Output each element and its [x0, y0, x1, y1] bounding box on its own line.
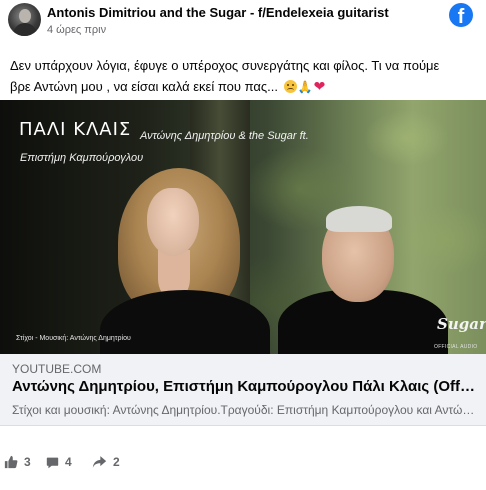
sad-face-emoji-icon	[283, 80, 297, 93]
thumbnail-credit: Στίχοι - Μουσική: Αντώνης Δημητρίου	[16, 335, 131, 342]
avatar-face	[19, 9, 31, 23]
man-hair	[326, 206, 392, 232]
praying-hands-emoji-icon: 🙏	[297, 80, 313, 94]
avatar-body	[13, 23, 37, 36]
message-line-1: Δεν υπάρχουν λόγια, έφυγε ο υπέροχος συν…	[10, 58, 440, 73]
author-name[interactable]: Antonis Dimitriou and the Sugar - f/Ende…	[47, 5, 389, 20]
facebook-post: Antonis Dimitriou and the Sugar - f/Ende…	[0, 0, 486, 490]
post-timestamp[interactable]: 4 ώρες πριν	[47, 24, 106, 36]
message-line-2: βρε Αντώνη μου , να είσαι καλά εκεί που …	[10, 79, 278, 94]
comment-count: 4	[65, 455, 72, 469]
share-icon	[92, 456, 107, 468]
sugar-logo: Sugar	[437, 315, 486, 333]
author-avatar[interactable]	[8, 3, 41, 36]
thumbnail-featuring: Επιστήμη Καμπούρογλου	[20, 152, 144, 164]
link-description: Στίχοι και μουσική: Αντώνης Δημητρίου.Τρ…	[12, 403, 478, 417]
thumbnail-song-title: ΠΑΛΙ ΚΛΑΙΣ	[19, 119, 132, 140]
post-stats: 3 4 2	[0, 452, 486, 476]
woman-face	[147, 188, 199, 256]
comment-count-button[interactable]: 4	[46, 452, 72, 472]
share-count-button[interactable]: 2	[92, 452, 120, 472]
like-count-button[interactable]: 3	[4, 452, 31, 472]
thumbs-up-icon	[4, 455, 18, 469]
comment-icon	[46, 457, 59, 468]
share-count: 2	[113, 455, 120, 469]
thumbnail-artist: Αντώνης Δημητρίου & the Sugar ft.	[140, 130, 309, 142]
thumbnail-audio-label: OFFICIAL AUDIO	[434, 344, 478, 350]
like-count: 3	[24, 455, 31, 469]
red-heart-emoji-icon: ❤	[313, 78, 326, 94]
facebook-logo-icon[interactable]: f	[449, 3, 473, 27]
post-message: Δεν υπάρχουν λόγια, έφυγε ο υπέροχος συν…	[10, 56, 480, 97]
link-title[interactable]: Αντώνης Δημητρίου, Επιστήμη Καμπούρογλου…	[12, 378, 478, 395]
post-header: Antonis Dimitriou and the Sugar - f/Ende…	[0, 0, 486, 40]
link-domain: YOUTUBE.COM	[12, 362, 102, 376]
